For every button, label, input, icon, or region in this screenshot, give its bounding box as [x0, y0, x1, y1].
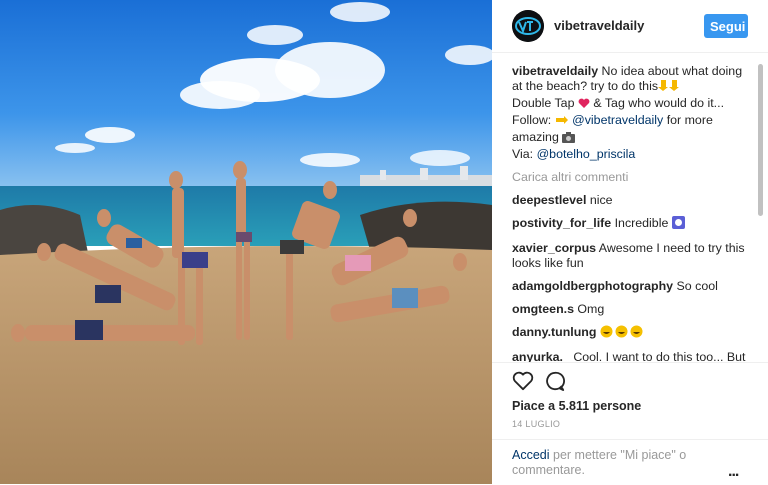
comment-text: So cool	[676, 279, 718, 293]
caption-handle-link[interactable]: @vibetraveldaily	[572, 113, 663, 127]
star-emoji-icon	[671, 216, 685, 233]
comment-text: Omg	[577, 302, 605, 316]
follow-button[interactable]: Segui	[704, 14, 748, 38]
post-photo[interactable]	[0, 0, 492, 484]
comments-list: vibetraveldaily No idea about what doing…	[512, 64, 748, 362]
caption-text-2: Double Tap	[512, 96, 575, 110]
comment-item: xavier_corpus Awesome I need to try this…	[512, 241, 748, 271]
post-actions: Piace a 5.811 persone 14 LUGLIO Accedi p…	[492, 362, 768, 485]
caption-via-link[interactable]: @botelho_priscila	[537, 147, 636, 161]
comment-text: Incredible	[614, 216, 669, 230]
pointing-right-emoji-icon	[555, 115, 569, 130]
comment-username[interactable]: adamgoldbergphotography	[512, 279, 673, 293]
caption-via-label: Via:	[512, 147, 534, 161]
camera-emoji-icon	[562, 132, 576, 147]
comment-item: anyurka._ Cool. I want to do this too...…	[512, 350, 748, 362]
avatar[interactable]	[512, 10, 544, 42]
comment-item: postivity_for_life Incredible	[512, 216, 748, 233]
red-heart-emoji-icon	[578, 98, 590, 113]
post-caption: vibetraveldaily No idea about what doing…	[512, 64, 748, 162]
comment-username[interactable]: omgteen.s	[512, 302, 574, 316]
post-sidebar: vibetraveldaily Segui vibetraveldaily No…	[492, 0, 768, 484]
caption-username[interactable]: vibetraveldaily	[512, 64, 598, 78]
comment-username[interactable]: anyurka._	[512, 350, 570, 362]
post-date[interactable]: 14 LUGLIO	[512, 419, 560, 429]
pointing-down-emoji-icon	[658, 79, 680, 96]
comment-item: omgteen.s Omg	[512, 302, 748, 317]
comment-username[interactable]: danny.tunlung	[512, 325, 596, 339]
comments-scrollbar[interactable]	[757, 64, 764, 358]
header-username[interactable]: vibetraveldaily	[554, 18, 644, 33]
comment-username[interactable]: deepestlevel	[512, 193, 586, 207]
comment-username[interactable]: postivity_for_life	[512, 216, 611, 230]
caption-follow-label: Follow:	[512, 113, 552, 127]
beach-photo-illustration	[0, 0, 492, 484]
more-options-icon[interactable]: ...	[728, 463, 739, 481]
heart-icon[interactable]	[512, 371, 534, 396]
comment-text: nice	[589, 193, 613, 207]
login-link[interactable]: Accedi	[512, 448, 550, 462]
post-header: vibetraveldaily Segui	[492, 0, 768, 53]
grinning-face-emoji-icon	[600, 325, 644, 342]
scrollbar-thumb[interactable]	[758, 64, 763, 216]
comment-icon[interactable]	[544, 371, 566, 396]
caption-text-2b: & Tag who would do it...	[593, 96, 725, 110]
vtd-logo-icon	[512, 10, 544, 42]
login-prompt: Accedi per mettere "Mi piace" o commenta…	[492, 439, 768, 478]
comment-username[interactable]: xavier_corpus	[512, 241, 596, 255]
comment-item: danny.tunlung	[512, 325, 748, 342]
instagram-post: vibetraveldaily Segui vibetraveldaily No…	[0, 0, 768, 484]
load-more-comments[interactable]: Carica altri commenti	[512, 170, 748, 185]
comment-item: deepestlevel nice	[512, 193, 748, 208]
comment-item: adamgoldbergphotography So cool	[512, 279, 748, 294]
likes-count[interactable]: Piace a 5.811 persone	[512, 399, 641, 413]
